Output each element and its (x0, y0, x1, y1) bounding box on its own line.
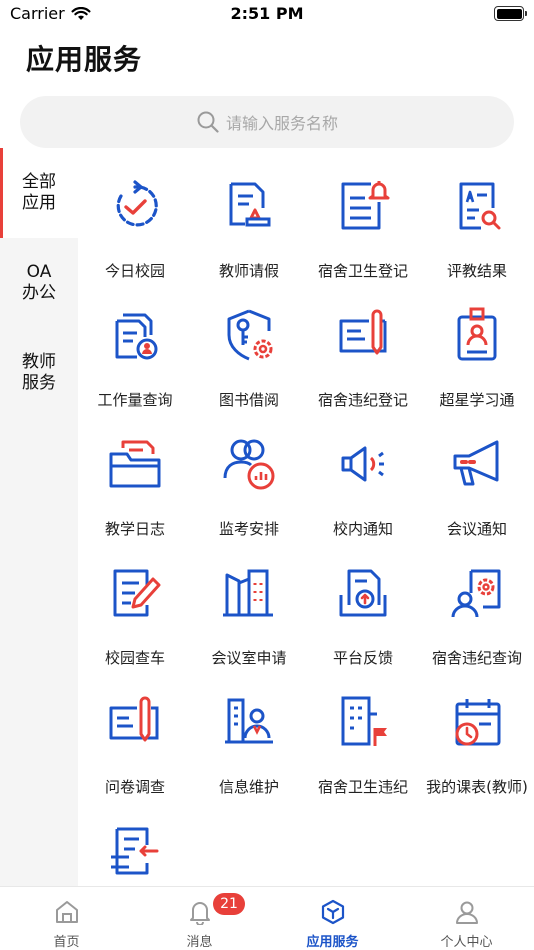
service-label: 超星学习通 (439, 391, 515, 409)
megaphone-icon (453, 440, 499, 486)
service-label: 宿舍违纪登记 (317, 391, 408, 409)
tab-messages[interactable]: 21 消息 (133, 887, 266, 950)
document-search-icon (459, 182, 501, 230)
service-item[interactable]: 评教结果 (420, 170, 534, 299)
service-item[interactable]: 我的课表(教师) (420, 686, 534, 815)
key-shield-gear-icon (227, 309, 273, 361)
service-item[interactable]: 超星学习通 (420, 299, 534, 428)
building-flag-icon (341, 696, 387, 746)
tab-profile[interactable]: 个人中心 (400, 887, 533, 950)
page-title: 应用服务 (26, 43, 143, 76)
id-badge-icon (457, 307, 497, 361)
service-item[interactable]: 平台反馈 (306, 557, 420, 686)
user-chart-icon (223, 439, 275, 490)
service-label: 问卷调查 (104, 778, 165, 796)
service-label: 信息维护 (218, 778, 279, 796)
battery-icon (494, 6, 527, 21)
folder-icon (109, 440, 161, 488)
clock-check-icon (116, 180, 158, 227)
sidebar-item-teacher-services[interactable]: 教师 服务 (0, 328, 78, 418)
sidebar-item-oa[interactable]: OA 办公 (0, 238, 78, 328)
service-label: 评教结果 (446, 262, 507, 280)
service-label: 宿舍违纪查询 (431, 649, 522, 667)
questionnaire-pen-icon (109, 696, 159, 742)
service-item[interactable]: 今日校园 (78, 170, 192, 299)
tab-label: 个人中心 (440, 935, 493, 950)
service-item[interactable]: 宿舍卫生登记 (306, 170, 420, 299)
bottom-tab-bar: 首页 21 消息 应用服务 个人中心 (0, 886, 534, 950)
sidebar-item-label: OA 办公 (22, 262, 56, 303)
search-placeholder: 请输入服务名称 (225, 114, 338, 133)
search-icon (197, 111, 219, 133)
service-label: 会议室申请 (211, 649, 287, 667)
service-label: 宿舍卫生登记 (317, 262, 408, 280)
service-item[interactable]: 信息维护 (192, 686, 306, 815)
search-input[interactable]: 请输入服务名称 (20, 96, 514, 148)
sidebar-item-label: 全部 应用 (22, 172, 56, 213)
home-icon (56, 901, 78, 923)
service-label: 今日校园 (104, 262, 165, 280)
service-label: 教师请假 (218, 262, 279, 280)
service-label: 平台反馈 (332, 649, 393, 667)
cube-icon (321, 899, 345, 925)
building-user-icon (225, 698, 273, 744)
service-item[interactable]: 工作量查询 (78, 299, 192, 428)
service-label: 校内通知 (332, 520, 393, 538)
service-label: 我的课表(教师) (426, 778, 528, 796)
person-icon (456, 901, 478, 924)
calendar-clock-icon (455, 699, 501, 746)
service-item[interactable]: 校内通知 (306, 428, 420, 557)
document-bell-icon (341, 181, 390, 230)
tab-label: 应用服务 (306, 935, 359, 950)
buildings-icon (223, 569, 273, 617)
speaker-icon (341, 446, 384, 482)
service-item[interactable]: 会议通知 (420, 428, 534, 557)
document-swap-icon (111, 827, 159, 875)
status-bar: Carrier 2:51 PM (0, 0, 534, 28)
service-item[interactable]: 监考安排 (192, 428, 306, 557)
status-time: 2:51 PM (230, 4, 304, 23)
sidebar-item-label: 教师 服务 (22, 352, 56, 393)
service-item[interactable]: 宿舍违纪登记 (306, 299, 420, 428)
service-label: 宿舍卫生违纪 (317, 778, 408, 796)
service-item[interactable]: 问卷调查 (78, 686, 192, 815)
bell-icon (190, 902, 210, 925)
service-label: 工作量查询 (97, 391, 173, 409)
service-label: 校园查车 (104, 649, 165, 667)
service-label: 教学日志 (104, 520, 165, 538)
user-gear-icon (451, 569, 501, 618)
category-sidebar: 全部 应用 OA 办公 教师 服务 (0, 148, 78, 886)
service-label: 会议通知 (446, 520, 507, 538)
service-label: 图书借阅 (218, 391, 279, 409)
sidebar-item-all-apps[interactable]: 全部 应用 (0, 148, 78, 238)
files-user-icon (115, 313, 158, 360)
service-item[interactable]: 校园查车 (78, 557, 192, 686)
service-item[interactable]: 图书借阅 (192, 299, 306, 428)
tab-label: 首页 (53, 935, 80, 950)
service-item[interactable]: 教师请假 (192, 170, 306, 299)
document-edit-icon (113, 569, 161, 617)
document-pen-icon (339, 309, 387, 355)
service-label: 监考安排 (218, 520, 279, 538)
service-item[interactable]: 宿舍违纪查询 (420, 557, 534, 686)
unread-badge: 21 (213, 893, 245, 915)
document-upload-icon (339, 569, 387, 617)
service-item[interactable]: 宿舍卫生违纪 (306, 686, 420, 815)
tab-label: 消息 (186, 935, 213, 950)
tab-app-services[interactable]: 应用服务 (266, 887, 399, 950)
service-item[interactable]: 会议室申请 (192, 557, 306, 686)
tab-home[interactable]: 首页 (0, 887, 133, 950)
service-item[interactable]: 教学日志 (78, 428, 192, 557)
document-stamp-icon (229, 182, 271, 227)
